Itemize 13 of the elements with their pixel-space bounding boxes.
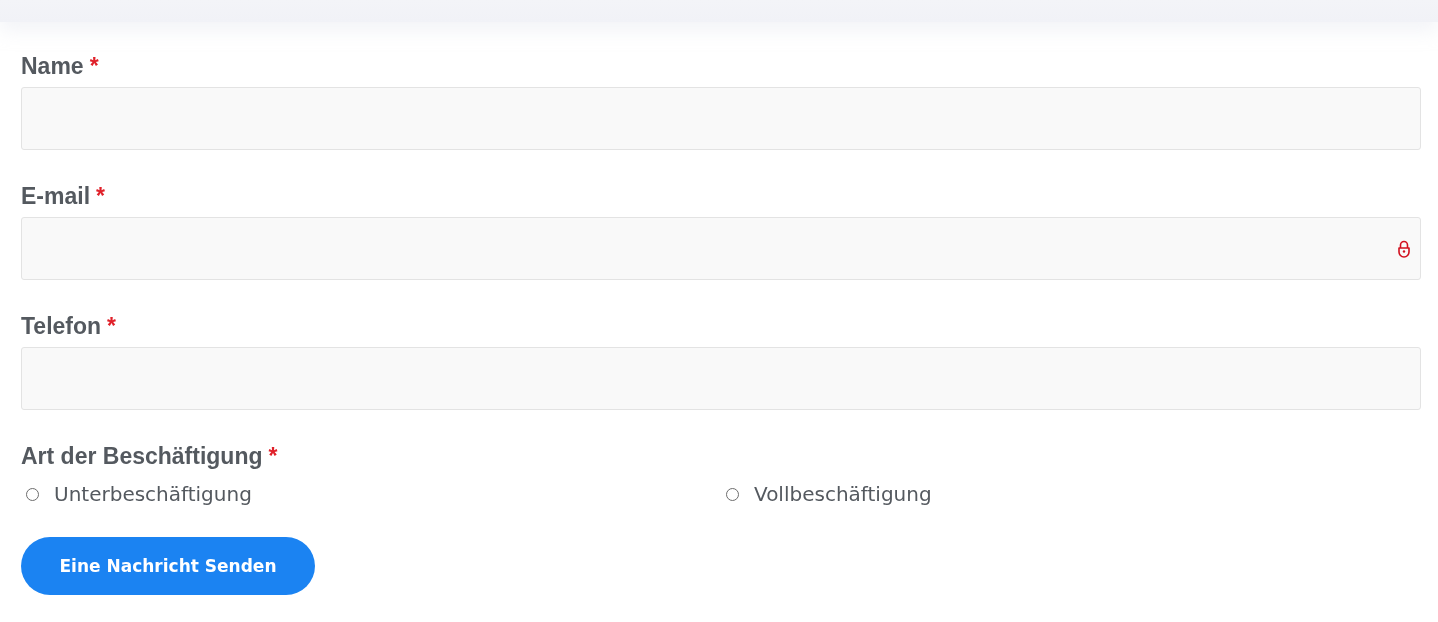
lock-icon[interactable] (1398, 239, 1410, 258)
send-button[interactable]: Eine Nachricht Senden (21, 537, 315, 595)
field-label: Name * (21, 54, 99, 79)
input-field[interactable] (21, 87, 1421, 150)
field-label: Telefon * (21, 314, 117, 339)
field-label: E-mail * (21, 184, 105, 209)
radio-label[interactable]: Vollbeschäftigung (754, 482, 932, 506)
radio-button[interactable] (726, 487, 739, 501)
radio-label[interactable]: Unterbeschäftigung (54, 482, 252, 506)
input-field[interactable] (21, 347, 1421, 410)
input-field[interactable] (21, 217, 1421, 280)
field-label: Art der Beschäftigung * (21, 444, 278, 469)
radio-button[interactable] (26, 487, 39, 501)
